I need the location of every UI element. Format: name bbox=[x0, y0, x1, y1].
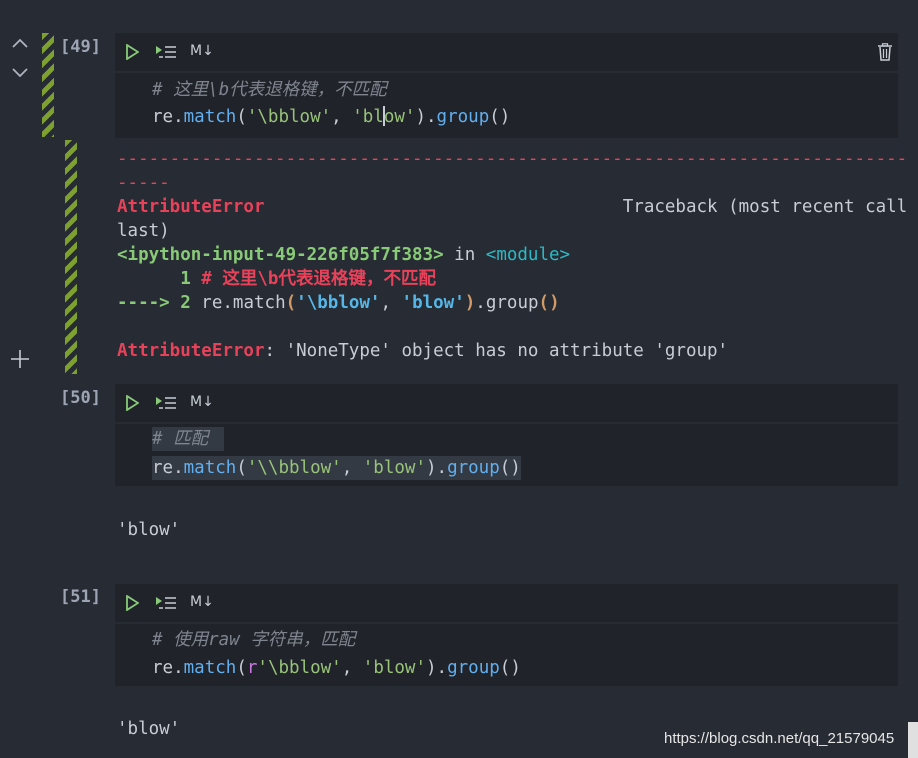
cell-prompt: [50] bbox=[60, 388, 101, 408]
code-line: re.match('\bblow', 'blow').group() bbox=[152, 106, 511, 127]
traceback-header: AttributeError Traceback (most recent ca… bbox=[117, 197, 908, 217]
traceback-line-1: 1 # 这里\b代表退格键，不匹配 bbox=[117, 269, 436, 289]
watermark: https://blog.csdn.net/qq_21579045 bbox=[662, 729, 897, 748]
code-line: re.match(r'\bblow', 'blow').group() bbox=[152, 658, 521, 678]
run-below-icon[interactable] bbox=[155, 595, 177, 615]
traceback-location: <ipython-input-49-226f05f7f383> in <modu… bbox=[117, 245, 571, 265]
chevron-down-icon[interactable] bbox=[10, 64, 30, 85]
traceback-line-2: ----> 2 re.match('\bblow', 'blow').group… bbox=[117, 293, 560, 313]
markdown-toggle[interactable]: M↓ bbox=[190, 594, 214, 610]
cell-prompt: [51] bbox=[60, 587, 101, 607]
traceback-separator: ----------------------------------------… bbox=[117, 149, 908, 169]
output-selection-bar bbox=[65, 140, 77, 374]
markdown-toggle[interactable]: M↓ bbox=[190, 394, 214, 410]
traceback-blank bbox=[117, 315, 907, 339]
cell-toolbar: M↓ bbox=[115, 384, 898, 422]
run-below-icon[interactable] bbox=[155, 395, 177, 415]
code-comment: # 使用raw 字符串，匹配 bbox=[152, 630, 356, 650]
chevron-up-icon[interactable] bbox=[10, 34, 30, 55]
code-comment: # 这里\b代表退格键，不匹配 bbox=[152, 80, 387, 100]
cell-selection-bar bbox=[42, 33, 54, 137]
code-line: re.match('\\bblow', 'blow').group() bbox=[152, 456, 521, 480]
code-editor[interactable]: # 使用raw 字符串，匹配 re.match(r'\bblow', 'blow… bbox=[115, 624, 898, 686]
play-icon[interactable] bbox=[125, 43, 140, 64]
traceback-separator-2: ----- bbox=[117, 173, 170, 193]
cell-output: 'blow' bbox=[117, 719, 181, 739]
code-editor[interactable]: # 匹配 re.match('\\bblow', 'blow').group() bbox=[115, 424, 898, 486]
play-icon[interactable] bbox=[125, 594, 140, 615]
code-comment: # 匹配 bbox=[152, 427, 225, 451]
play-icon[interactable] bbox=[125, 394, 140, 415]
cell-prompt: [49] bbox=[60, 37, 101, 57]
traceback-output: ----------------------------------------… bbox=[117, 147, 907, 363]
markdown-toggle[interactable]: M↓ bbox=[190, 43, 214, 59]
cell-output: 'blow' bbox=[117, 520, 181, 540]
traceback-header-cont: last) bbox=[117, 221, 170, 241]
cell-toolbar: M↓ bbox=[115, 584, 898, 622]
code-editor[interactable]: # 这里\b代表退格键，不匹配 re.match('\bblow', 'blow… bbox=[115, 73, 898, 138]
trash-icon[interactable] bbox=[877, 43, 893, 65]
cell-toolbar: M↓ bbox=[115, 33, 898, 71]
traceback-error-message: AttributeError: 'NoneType' object has no… bbox=[117, 341, 729, 361]
scrollbar[interactable] bbox=[908, 722, 918, 758]
plus-icon[interactable] bbox=[9, 348, 31, 374]
run-below-icon[interactable] bbox=[155, 44, 177, 64]
